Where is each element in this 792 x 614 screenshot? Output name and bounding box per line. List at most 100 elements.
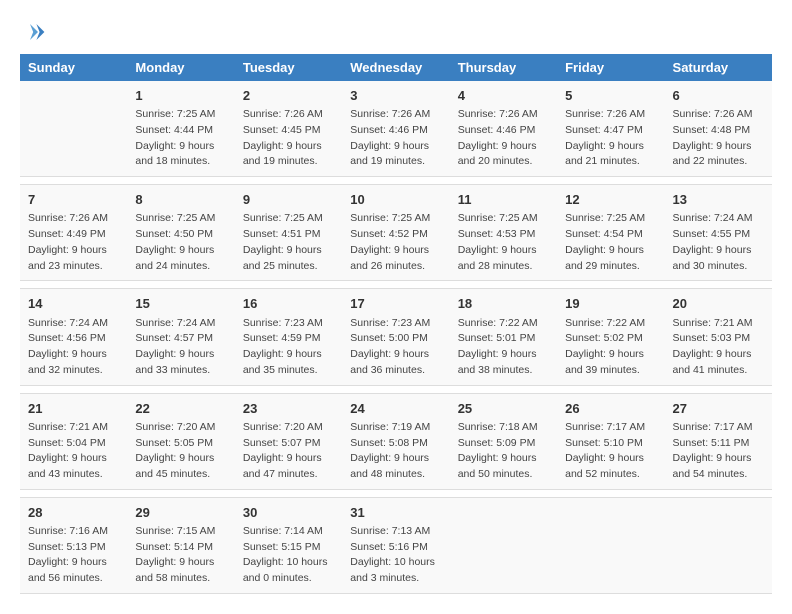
- day-number: 25: [458, 400, 549, 418]
- day-number: 23: [243, 400, 334, 418]
- day-info: Sunrise: 7:24 AM Sunset: 4:56 PM Dayligh…: [28, 316, 119, 379]
- column-header-thursday: Thursday: [450, 54, 557, 81]
- calendar-day-cell: 9 Sunrise: 7:25 AM Sunset: 4:51 PM Daylig…: [235, 185, 342, 281]
- day-number: 31: [350, 504, 441, 522]
- day-number: 18: [458, 295, 549, 313]
- day-info: Sunrise: 7:17 AM Sunset: 5:10 PM Dayligh…: [565, 420, 656, 483]
- calendar-day-cell: [20, 81, 127, 177]
- day-info: Sunrise: 7:13 AM Sunset: 5:16 PM Dayligh…: [350, 524, 441, 587]
- day-number: 24: [350, 400, 441, 418]
- calendar-day-cell: 8 Sunrise: 7:25 AM Sunset: 4:50 PM Daylig…: [127, 185, 234, 281]
- calendar-day-cell: 11 Sunrise: 7:25 AM Sunset: 4:53 PM Dayli…: [450, 185, 557, 281]
- calendar-day-cell: 30 Sunrise: 7:14 AM Sunset: 5:15 PM Dayli…: [235, 497, 342, 593]
- day-number: 7: [28, 191, 119, 209]
- week-separator: [20, 177, 772, 185]
- day-number: 22: [135, 400, 226, 418]
- day-info: Sunrise: 7:18 AM Sunset: 5:09 PM Dayligh…: [458, 420, 549, 483]
- calendar-day-cell: 25 Sunrise: 7:18 AM Sunset: 5:09 PM Dayli…: [450, 393, 557, 489]
- day-number: 28: [28, 504, 119, 522]
- week-separator: [20, 385, 772, 393]
- day-number: 20: [673, 295, 764, 313]
- calendar-day-cell: 5 Sunrise: 7:26 AM Sunset: 4:47 PM Daylig…: [557, 81, 664, 177]
- logo: [20, 20, 46, 44]
- day-info: Sunrise: 7:16 AM Sunset: 5:13 PM Dayligh…: [28, 524, 119, 587]
- day-info: Sunrise: 7:22 AM Sunset: 5:01 PM Dayligh…: [458, 316, 549, 379]
- day-info: Sunrise: 7:23 AM Sunset: 5:00 PM Dayligh…: [350, 316, 441, 379]
- calendar-day-cell: 15 Sunrise: 7:24 AM Sunset: 4:57 PM Dayli…: [127, 289, 234, 385]
- day-info: Sunrise: 7:25 AM Sunset: 4:51 PM Dayligh…: [243, 211, 334, 274]
- day-number: 2: [243, 87, 334, 105]
- day-number: 17: [350, 295, 441, 313]
- calendar-day-cell: 1 Sunrise: 7:25 AM Sunset: 4:44 PM Daylig…: [127, 81, 234, 177]
- day-info: Sunrise: 7:26 AM Sunset: 4:46 PM Dayligh…: [458, 107, 549, 170]
- column-header-saturday: Saturday: [665, 54, 772, 81]
- calendar-day-cell: 24 Sunrise: 7:19 AM Sunset: 5:08 PM Dayli…: [342, 393, 449, 489]
- day-number: 12: [565, 191, 656, 209]
- day-number: 29: [135, 504, 226, 522]
- calendar-day-cell: 7 Sunrise: 7:26 AM Sunset: 4:49 PM Daylig…: [20, 185, 127, 281]
- column-header-tuesday: Tuesday: [235, 54, 342, 81]
- day-info: Sunrise: 7:25 AM Sunset: 4:50 PM Dayligh…: [135, 211, 226, 274]
- day-number: 9: [243, 191, 334, 209]
- page-header: [20, 20, 772, 44]
- day-number: 19: [565, 295, 656, 313]
- week-separator: [20, 489, 772, 497]
- day-info: Sunrise: 7:24 AM Sunset: 4:55 PM Dayligh…: [673, 211, 764, 274]
- day-number: 8: [135, 191, 226, 209]
- day-info: Sunrise: 7:25 AM Sunset: 4:52 PM Dayligh…: [350, 211, 441, 274]
- day-number: 13: [673, 191, 764, 209]
- calendar-day-cell: 10 Sunrise: 7:25 AM Sunset: 4:52 PM Dayli…: [342, 185, 449, 281]
- calendar-day-cell: 2 Sunrise: 7:26 AM Sunset: 4:45 PM Daylig…: [235, 81, 342, 177]
- calendar-day-cell: 3Sunrise: 7:26 AM Sunset: 4:46 PM Daylig…: [342, 81, 449, 177]
- day-number: 11: [458, 191, 549, 209]
- calendar-day-cell: 23Sunrise: 7:20 AM Sunset: 5:07 PM Dayli…: [235, 393, 342, 489]
- calendar-day-cell: 20 Sunrise: 7:21 AM Sunset: 5:03 PM Dayli…: [665, 289, 772, 385]
- calendar-week-row: 1 Sunrise: 7:25 AM Sunset: 4:44 PM Daylig…: [20, 81, 772, 177]
- calendar-week-row: 21Sunrise: 7:21 AM Sunset: 5:04 PM Dayli…: [20, 393, 772, 489]
- day-info: Sunrise: 7:25 AM Sunset: 4:44 PM Dayligh…: [135, 107, 226, 170]
- day-number: 1: [135, 87, 226, 105]
- day-info: Sunrise: 7:25 AM Sunset: 4:54 PM Dayligh…: [565, 211, 656, 274]
- calendar-day-cell: [557, 497, 664, 593]
- day-number: 30: [243, 504, 334, 522]
- column-header-sunday: Sunday: [20, 54, 127, 81]
- day-info: Sunrise: 7:23 AM Sunset: 4:59 PM Dayligh…: [243, 316, 334, 379]
- day-info: Sunrise: 7:26 AM Sunset: 4:47 PM Dayligh…: [565, 107, 656, 170]
- calendar-day-cell: [665, 497, 772, 593]
- day-number: 10: [350, 191, 441, 209]
- calendar-day-cell: 28 Sunrise: 7:16 AM Sunset: 5:13 PM Dayli…: [20, 497, 127, 593]
- day-info: Sunrise: 7:26 AM Sunset: 4:45 PM Dayligh…: [243, 107, 334, 170]
- day-info: Sunrise: 7:14 AM Sunset: 5:15 PM Dayligh…: [243, 524, 334, 587]
- week-separator: [20, 281, 772, 289]
- column-header-wednesday: Wednesday: [342, 54, 449, 81]
- day-info: Sunrise: 7:19 AM Sunset: 5:08 PM Dayligh…: [350, 420, 441, 483]
- calendar-day-cell: [450, 497, 557, 593]
- day-info: Sunrise: 7:20 AM Sunset: 5:05 PM Dayligh…: [135, 420, 226, 483]
- calendar-day-cell: 29 Sunrise: 7:15 AM Sunset: 5:14 PM Dayli…: [127, 497, 234, 593]
- day-number: 27: [673, 400, 764, 418]
- day-number: 4: [458, 87, 549, 105]
- day-info: Sunrise: 7:25 AM Sunset: 4:53 PM Dayligh…: [458, 211, 549, 274]
- day-number: 6: [673, 87, 764, 105]
- calendar-day-cell: 16Sunrise: 7:23 AM Sunset: 4:59 PM Dayli…: [235, 289, 342, 385]
- day-info: Sunrise: 7:26 AM Sunset: 4:49 PM Dayligh…: [28, 211, 119, 274]
- column-header-monday: Monday: [127, 54, 234, 81]
- day-number: 26: [565, 400, 656, 418]
- calendar-week-row: 28 Sunrise: 7:16 AM Sunset: 5:13 PM Dayli…: [20, 497, 772, 593]
- day-number: 15: [135, 295, 226, 313]
- calendar-day-cell: 22 Sunrise: 7:20 AM Sunset: 5:05 PM Dayli…: [127, 393, 234, 489]
- column-header-friday: Friday: [557, 54, 664, 81]
- day-info: Sunrise: 7:24 AM Sunset: 4:57 PM Dayligh…: [135, 316, 226, 379]
- day-info: Sunrise: 7:22 AM Sunset: 5:02 PM Dayligh…: [565, 316, 656, 379]
- calendar-table: SundayMondayTuesdayWednesdayThursdayFrid…: [20, 54, 772, 594]
- day-info: Sunrise: 7:17 AM Sunset: 5:11 PM Dayligh…: [673, 420, 764, 483]
- calendar-day-cell: 14Sunrise: 7:24 AM Sunset: 4:56 PM Dayli…: [20, 289, 127, 385]
- day-info: Sunrise: 7:15 AM Sunset: 5:14 PM Dayligh…: [135, 524, 226, 587]
- day-number: 5: [565, 87, 656, 105]
- day-info: Sunrise: 7:21 AM Sunset: 5:03 PM Dayligh…: [673, 316, 764, 379]
- calendar-header-row: SundayMondayTuesdayWednesdayThursdayFrid…: [20, 54, 772, 81]
- calendar-day-cell: 6Sunrise: 7:26 AM Sunset: 4:48 PM Daylig…: [665, 81, 772, 177]
- calendar-day-cell: 19 Sunrise: 7:22 AM Sunset: 5:02 PM Dayli…: [557, 289, 664, 385]
- day-number: 3: [350, 87, 441, 105]
- day-info: Sunrise: 7:21 AM Sunset: 5:04 PM Dayligh…: [28, 420, 119, 483]
